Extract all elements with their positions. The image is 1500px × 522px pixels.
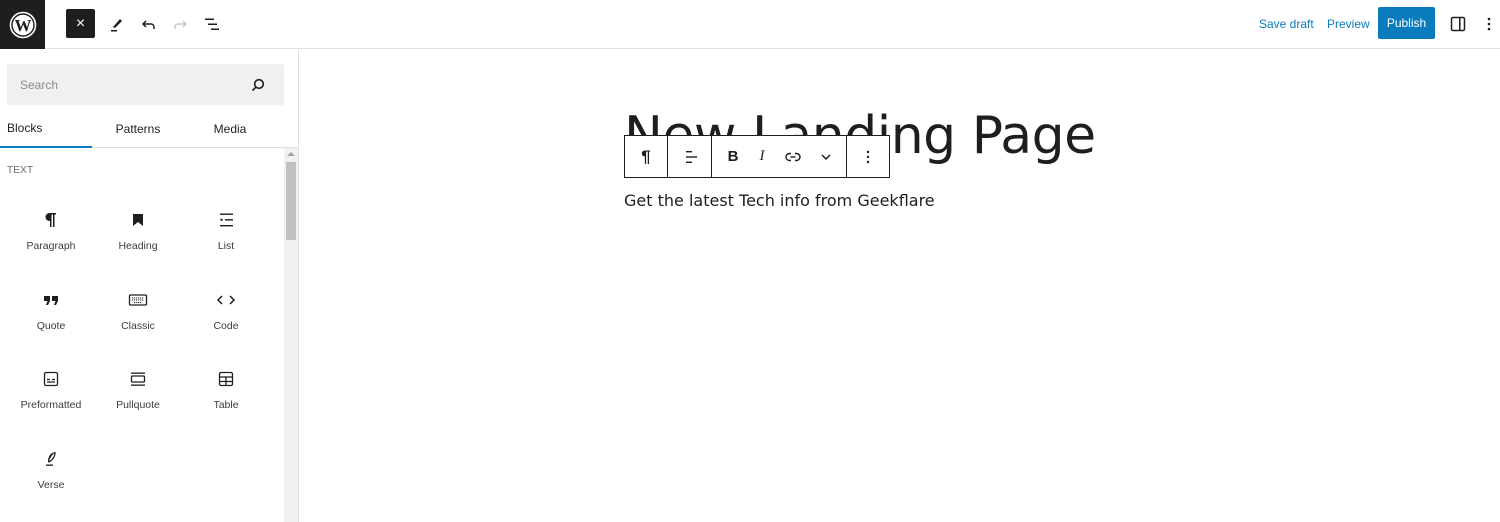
pullquote-icon — [126, 367, 150, 391]
block-pullquote[interactable]: Pullquote — [94, 361, 182, 431]
more-formatting-button[interactable] — [812, 136, 846, 177]
block-toolbar: ¶ B I — [624, 135, 890, 178]
tab-patterns[interactable]: Patterns — [92, 110, 184, 148]
list-icon — [214, 208, 238, 232]
undo-icon — [141, 20, 155, 29]
publish-button[interactable]: Publish — [1378, 7, 1435, 39]
format-group: B I — [712, 136, 847, 177]
block-label: Code — [213, 320, 239, 332]
block-label: Quote — [36, 320, 66, 332]
block-label: Preformatted — [20, 399, 82, 411]
block-classic[interactable]: Classic — [94, 282, 182, 352]
block-options-button[interactable] — [847, 136, 889, 177]
block-code[interactable]: Code — [182, 282, 270, 352]
list-view-icon — [205, 18, 219, 30]
inserter-tabs: Blocks Patterns Media — [0, 110, 298, 148]
table-icon — [214, 367, 238, 391]
block-quote[interactable]: Quote — [7, 282, 95, 352]
search-input[interactable] — [7, 64, 237, 105]
paragraph-icon — [39, 208, 63, 232]
inserter-scrollbar[interactable] — [284, 148, 298, 522]
italic-button[interactable]: I — [750, 136, 774, 177]
block-verse[interactable]: Verse — [7, 441, 95, 511]
preview-button[interactable]: Preview — [1327, 17, 1370, 31]
svg-text:W: W — [14, 16, 31, 35]
bold-icon: B — [727, 148, 739, 165]
more-vertical-icon — [1487, 17, 1491, 31]
italic-icon: I — [759, 148, 765, 164]
block-heading[interactable]: Heading — [94, 202, 182, 272]
keyboard-icon — [126, 288, 150, 312]
block-label: Paragraph — [26, 240, 76, 252]
block-label: Verse — [37, 479, 65, 491]
close-icon: × — [75, 14, 86, 32]
search-box — [7, 64, 284, 105]
code-icon — [214, 288, 238, 312]
block-type-button[interactable]: ¶ — [625, 136, 667, 177]
align-group — [668, 136, 712, 177]
block-label: Table — [213, 399, 239, 411]
list-view-button[interactable] — [197, 9, 227, 39]
wordpress-logo-button[interactable]: W — [0, 0, 45, 49]
scrollbar-thumb[interactable] — [286, 162, 296, 240]
block-label: Pullquote — [116, 399, 160, 411]
link-icon — [785, 152, 801, 161]
bold-button[interactable]: B — [712, 136, 750, 177]
scroll-up-arrow-icon[interactable] — [287, 152, 295, 156]
paragraph-block[interactable]: Get the latest Tech info from Geekflare — [624, 191, 935, 210]
block-type-group: ¶ — [625, 136, 668, 177]
section-title-text: TEXT — [7, 165, 34, 176]
more-vertical-icon — [866, 150, 870, 163]
block-preformatted[interactable]: Preformatted — [7, 361, 95, 431]
block-inserter-panel: Blocks Patterns Media TEXT Paragraph Hea… — [0, 50, 299, 522]
options-button[interactable] — [1478, 9, 1500, 39]
wordpress-logo-icon: W — [9, 11, 36, 38]
tab-blocks[interactable]: Blocks — [0, 110, 92, 148]
save-draft-button[interactable]: Save draft — [1259, 17, 1314, 31]
block-paragraph[interactable]: Paragraph — [7, 202, 95, 272]
pencil-icon — [111, 19, 122, 32]
preformatted-icon — [39, 367, 63, 391]
block-label: Classic — [121, 320, 155, 332]
redo-button[interactable] — [165, 9, 195, 39]
align-button[interactable] — [668, 136, 711, 177]
close-inserter-button[interactable]: × — [66, 9, 95, 38]
search-icon[interactable] — [250, 77, 266, 93]
settings-button[interactable] — [1443, 9, 1473, 39]
undo-button[interactable] — [134, 9, 164, 39]
link-button[interactable] — [774, 136, 812, 177]
verse-icon — [39, 447, 63, 471]
sidebar-toggle-icon — [1450, 16, 1466, 32]
block-table[interactable]: Table — [182, 361, 270, 431]
editor-canvas: New Landing Page Get the latest Tech inf… — [300, 50, 1500, 522]
tools-button[interactable] — [102, 9, 132, 39]
quote-icon — [39, 288, 63, 312]
options-group — [847, 136, 889, 177]
chevron-down-icon — [821, 153, 831, 160]
heading-icon — [126, 208, 150, 232]
tab-media[interactable]: Media — [184, 110, 276, 148]
block-list[interactable]: List — [182, 202, 270, 272]
paragraph-icon: ¶ — [641, 146, 651, 166]
editor-header: W × Save draft Preview Publish — [0, 0, 1500, 49]
align-left-icon — [685, 150, 697, 163]
redo-icon — [174, 20, 188, 29]
block-label: Heading — [118, 240, 158, 252]
block-label: List — [217, 240, 235, 252]
